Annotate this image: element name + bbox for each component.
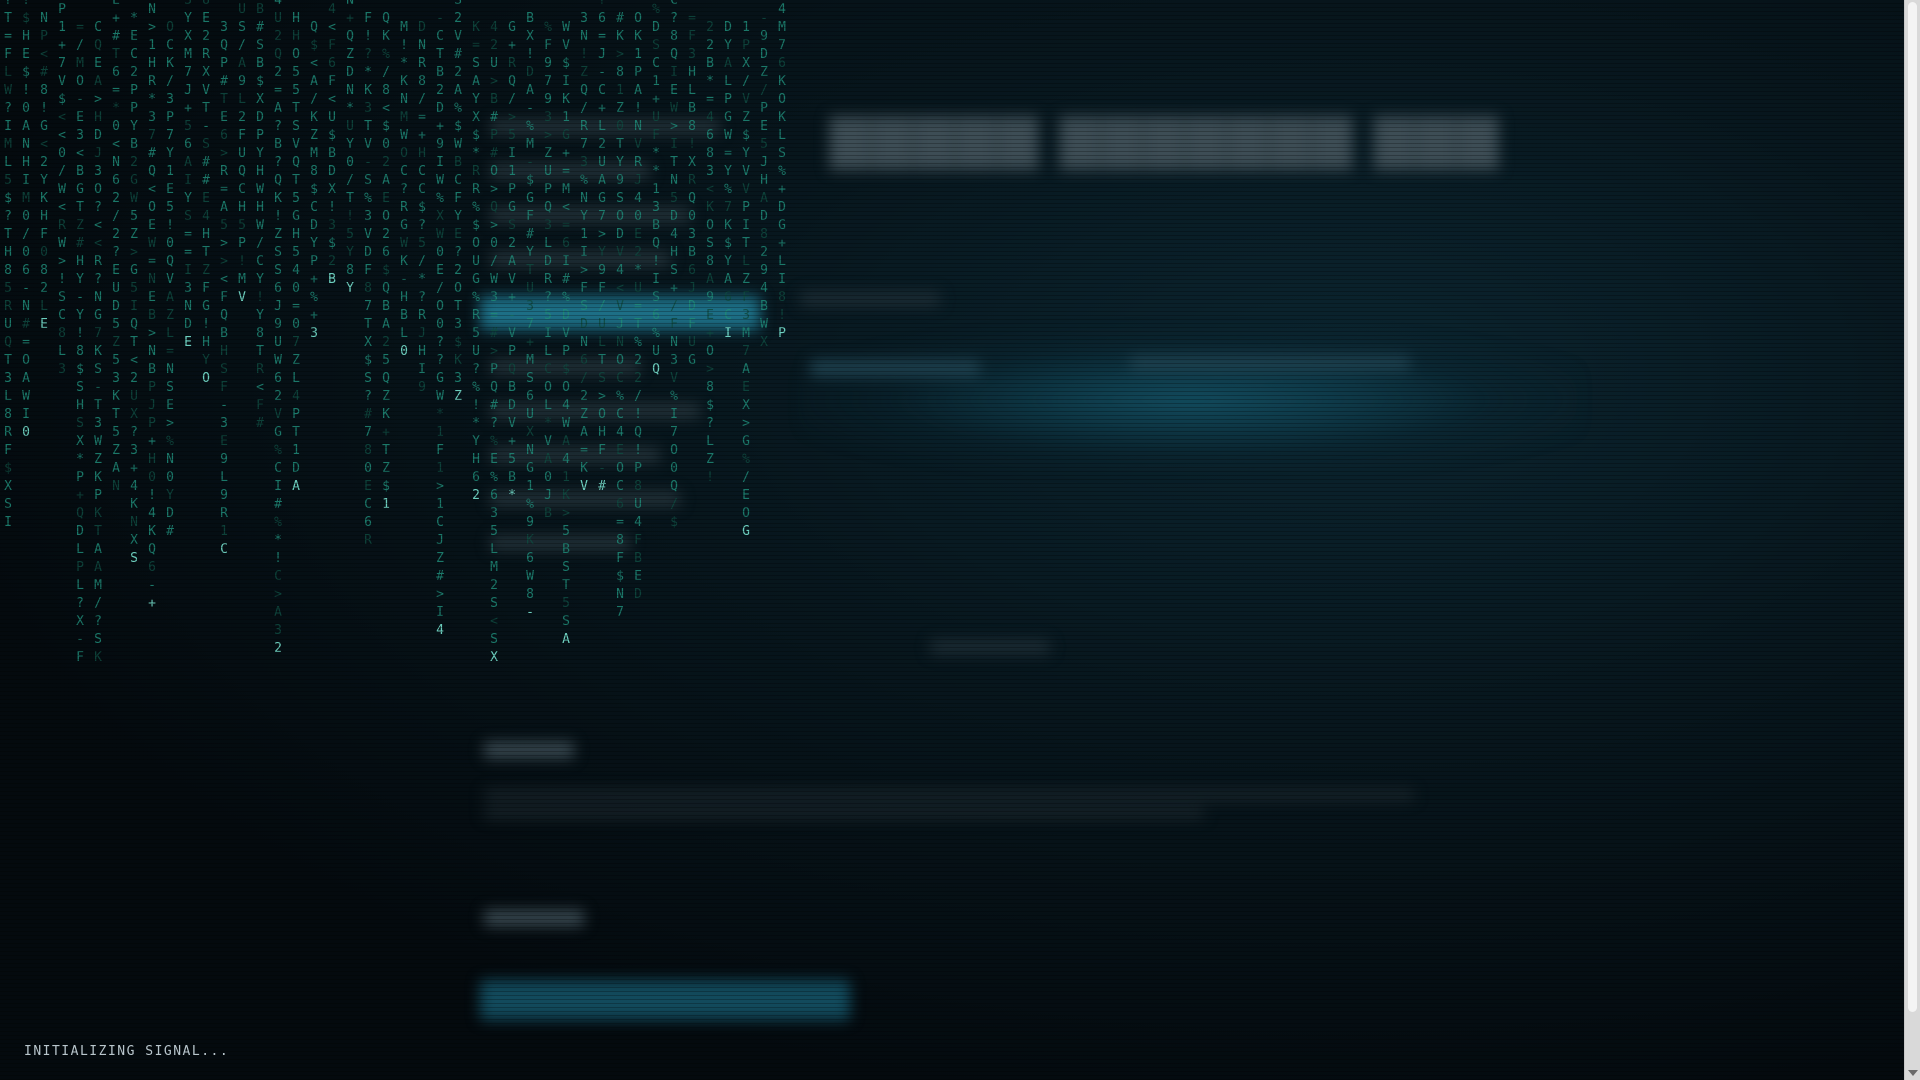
blurred-text-line xyxy=(800,292,940,306)
matrix-column: K = S A Y X $ * R R% $ O U G% R 5 U?%! * Y H 6 2 xyxy=(472,20,480,503)
blurred-text-line xyxy=(484,808,1204,818)
matrix-column: ? 6 = J - C + L 2 U A G 7 > Y 9 F / U L T S > O H F - # xyxy=(598,0,606,494)
matrix-column: O K 1 P A! N V R J 4 0 E 2 * U = T% 2 2/! Q! P 8 U 4 F B E D xyxy=(634,11,642,602)
blurred-text-line xyxy=(810,360,980,376)
matrix-column: D Y A L P G W = Y% 7 K $ Y A 6 C I xyxy=(724,20,732,341)
matrix-column: Q K%/8 < $0 2 A E O 2 6 $ Q B A 2 5 Q Z K + T Z $1 xyxy=(382,11,390,512)
matrix-column: 1 P X / V Z $ Y V V P I T L Z F 3 M 7 A E X > G% / E O G xyxy=(742,20,750,539)
matrix-rain: ? T = F L W? I M L 5 $? T H 8 5 R U Q T 3 L 8 R F $ X S I ! $ H E $! 0 A N H… xyxy=(0,0,820,700)
scrollbar-thumb[interactable] xyxy=(1908,2,1917,1012)
loading-screen: ▇▇▇▇▇ ▇▇▇▇▇▇▇ ▇▇▇ ? T = F L W? I M L 5 $? T H 8 5 R U Q T 3… xyxy=(0,0,1920,1080)
blurred-section-heading xyxy=(484,742,574,758)
matrix-column: ! $ H E $! 0 A N H I M 0/0 6- N # = O A W I 0 xyxy=(22,0,30,440)
matrix-column: B # S B $ X D P Y H W H W / C Y! Y 8 T R < F # xyxy=(256,2,264,431)
matrix-column: E + # T 6 = * 0 < N 6 2/2? E U D 5 Z 5 3 K T 5 Z A N xyxy=(112,0,120,494)
loading-status-text: INITIALIZING SIGNAL... xyxy=(24,1044,230,1059)
matrix-column: N P < #8! G <2 Y K H F 0 8 2 L E xyxy=(40,11,48,332)
matrix-column: S 2 V #2 A% $ W B C F Y E? 2 O T 3 $ K 3 Z xyxy=(454,0,462,404)
matrix-column: # K >8 1 Z 0 T Y 9 S O D V 4 < V J N O C% C 4 E O C 6 = 8 F $ N 7 xyxy=(616,11,624,620)
matrix-column: - C T B 2 D +9 I W% X W 0 E / O 0?? G W * 1 F 1 >1 C J Z # > I 4 xyxy=(436,11,444,638)
matrix-column: N >1 H R * 3 7 # Q < O E W = N E B > N B P J P + H 0! 4 K Q 6- + xyxy=(148,2,156,611)
scanline-overlay xyxy=(0,0,1920,1080)
matrix-column: % F 9 7 9 3 > Z U P Q 3 L D R? 5 I L C O L * V A 0 J B xyxy=(544,20,552,521)
matrix-column: G + R Q / >5 I 1 P G S 2 A V + - V P Q B D V +5 B * xyxy=(508,20,516,503)
matrix-column: N + Q Z D N * U Y 0/T! 5 Y 8 Y xyxy=(346,0,354,296)
matrix-column: Q $ < A / K Z M 8 $ C D Y P +% +3 xyxy=(310,20,318,341)
matrix-column: C? 8 Q I E W > I T N 5 D 4 H S + / F N 3 V% I 7 O 0 Q / $ xyxy=(670,0,678,530)
matrix-column: ? T = F L W? I M L 5 $? T H 8 5 R U Q T 3 L 8 R F $ X S I xyxy=(4,0,12,530)
matrix-column: P 1 +7 V $ < <0/W < R W >! S C 8 L 3 xyxy=(58,2,66,377)
blurred-page-backdrop: ▇▇▇▇▇ ▇▇▇▇▇▇▇ ▇▇▇ xyxy=(0,0,1920,1080)
matrix-column: 3 Q P # T E 6 > R = A 5 > > < F Q B H S F -3 E 9 L 9 R 1 C xyxy=(220,20,228,557)
matrix-column: U S / A 9 L 2 F U Q C H 5 P! M V xyxy=(238,2,246,305)
matrix-column: 3 N! Z Q / R 7 3% N Y 1 I > F S D N 6/2 Z A = K V xyxy=(580,11,588,494)
matrix-column: H H O 5 5 T S V Q T 5 G H 5 4 0 = 0 7 Z L 4 P T 1 D A xyxy=(292,11,300,494)
vertical-scrollbar[interactable] xyxy=(1904,0,1920,1080)
matrix-column: = / M O - E 3 < B G T Z # H Y - Y! 8 $ S H S X * P + Q D L P L? X - F xyxy=(76,20,84,665)
matrix-column: -9 D Z / P E 5 J H A D 8 2 9 4 B W X xyxy=(760,11,768,350)
matrix-column: F!? * K 3 T V - S% 3 V D F 8 7 T X $ S? #7 8 0 E C 6 R xyxy=(364,11,372,548)
scroll-down-arrow-icon[interactable] xyxy=(1908,1070,1918,1076)
matrix-column: 2 2 B * = 4 6 8 3 < K O S 8 A 9 E + O >8 $? L Z! xyxy=(706,20,714,485)
blurred-text-line xyxy=(1130,356,1410,370)
matrix-column: 4 2 U > B # P # O > Q >0/W 3 = # > P Q #?% E% 6 3 5 L M 2 S < S X xyxy=(490,20,498,665)
matrix-column: 4 < F 6 F < U $ B D X! 3 $2 B xyxy=(328,2,336,287)
blurred-page-title: ▇▇▇▇▇ ▇▇▇▇▇▇▇ ▇▇▇ xyxy=(830,110,1501,170)
blurred-text-line xyxy=(930,640,1050,654)
matrix-column: = F 3 H L B 8! X R Q 0 3 B 6 J D F U G xyxy=(688,11,696,368)
blurred-highlight-panel xyxy=(800,330,1580,470)
matrix-column: 4 M 7 6 K O K L S% + D G + L I 8! P xyxy=(778,2,786,341)
matrix-column: * E C 2 P P Y B 2 G W 5 Z > G 5 I Q T <2 U X? 3 +4 K N X S xyxy=(130,11,138,566)
blurred-sidebar-menu xyxy=(480,120,760,580)
matrix-column: 3 Y X M 7 J +5 6 A I Y S = = I 3 N D E xyxy=(184,0,192,350)
matrix-column: D N R 8/= + H C C $? 5/*? R J H I 9 xyxy=(418,20,426,395)
blurred-section-heading xyxy=(484,910,584,926)
matrix-column: C Q E A > H D J 3 O? < < R? N G 7 K S - T 3 W Z K P K T A A M /? S K xyxy=(94,20,102,665)
matrix-column: O C K/3 P 7 Y 1 E 5! 0 Q V A Z L = N S E >% N 0 Y D # xyxy=(166,20,174,539)
blurred-text-line xyxy=(484,790,1414,800)
matrix-column: M! * K N M W O C? R G W K - H B L 0 xyxy=(400,20,408,359)
matrix-column: 4 U 2 Q 2 = A? B? Q K! Z S S 6 J 9 U W 6 2 V G% C I #% *! C > A 3 2 xyxy=(274,0,282,656)
matrix-column: % D S C 1 + U F * * 1 3 B Q! I S 6% U Q xyxy=(652,2,660,377)
blurred-action-button xyxy=(480,980,850,1020)
matrix-column: U E 2 R X V T - S # # E 4 H T Z F G! H Y O xyxy=(202,0,210,386)
matrix-column: B X! D A -% M - $ G F # Y T U 3 7 + M S 6 U X N G 1% 9 K 6 W 8- xyxy=(526,11,534,620)
matrix-column: W V $ I K 1 G + = M < = 6 I #% D V P $ O 4 W A 4 1 K >5 B S T 5 S A xyxy=(562,20,570,647)
